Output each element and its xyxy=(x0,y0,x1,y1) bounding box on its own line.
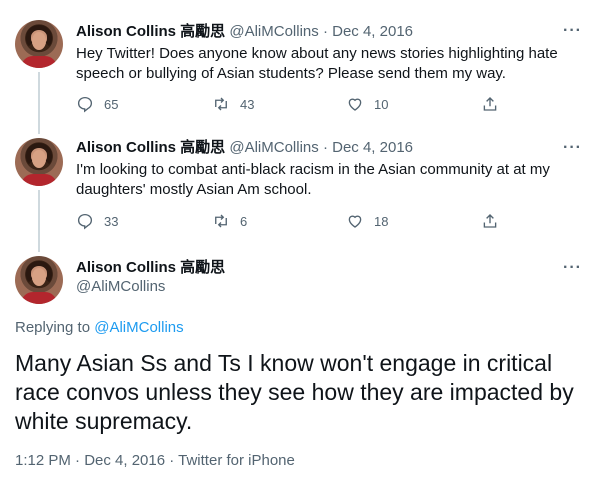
share-icon xyxy=(483,214,497,228)
retweet-count: 6 xyxy=(240,213,248,229)
heart-icon xyxy=(348,98,362,111)
like-button[interactable]: 10 xyxy=(346,95,388,113)
author-handle[interactable]: @AliMCollins xyxy=(76,278,165,295)
tweet-timestamp[interactable]: 1:12 PM · Dec 4, 2016 · Twitter for iPho… xyxy=(15,452,295,469)
like-count: 18 xyxy=(374,213,389,229)
share-button[interactable] xyxy=(481,95,499,113)
reply-button[interactable]: 65 xyxy=(76,95,118,113)
retweet-icon xyxy=(215,214,227,228)
share-button[interactable] xyxy=(481,212,499,230)
replying-prefix: Replying to xyxy=(15,319,95,336)
like-count: 10 xyxy=(374,96,389,112)
heart-icon xyxy=(348,215,362,228)
more-icon[interactable]: ··· xyxy=(563,140,582,156)
avatar[interactable] xyxy=(15,20,63,68)
retweet-icon xyxy=(215,97,227,111)
more-icon[interactable]: ··· xyxy=(563,23,582,39)
author-name[interactable]: Alison Collins 高勵思 xyxy=(76,23,225,40)
thread-line xyxy=(38,190,40,252)
reply-icon xyxy=(77,213,93,230)
author-handle[interactable]: @AliMCollins xyxy=(229,139,318,156)
share-icon xyxy=(483,97,497,111)
tweet-date[interactable]: Dec 4, 2016 xyxy=(332,23,413,40)
replying-to: Replying to @AliMCollins xyxy=(15,319,184,336)
tweet-actions: 65 43 10 xyxy=(76,95,506,115)
retweet-button[interactable]: 43 xyxy=(212,95,254,113)
thread-line xyxy=(38,72,40,134)
retweet-count: 43 xyxy=(240,96,255,112)
retweet-button[interactable]: 6 xyxy=(212,212,247,230)
tweet-text: I'm looking to combat anti-black racism … xyxy=(76,161,550,198)
reply-count: 65 xyxy=(104,96,119,112)
author-name[interactable]: Alison Collins 高勵思 xyxy=(76,259,225,276)
tweet-header: Alison Collins 高勵思 @AliMCollins · Dec 4,… xyxy=(76,22,413,42)
replying-to-link[interactable]: @AliMCollins xyxy=(94,319,183,336)
like-button[interactable]: 18 xyxy=(346,212,388,230)
tweet-text: Hey Twitter! Does anyone know about any … xyxy=(76,45,558,82)
author-name[interactable]: Alison Collins 高勵思 xyxy=(76,139,225,156)
avatar[interactable] xyxy=(15,138,63,186)
reply-icon xyxy=(77,96,93,113)
author-handle[interactable]: @AliMCollins xyxy=(229,23,318,40)
reply-count: 33 xyxy=(104,213,119,229)
separator: · xyxy=(318,139,333,156)
tweet-header: Alison Collins 高勵思 xyxy=(76,258,225,278)
reply-button[interactable]: 33 xyxy=(76,212,118,230)
avatar[interactable] xyxy=(15,256,63,304)
tweet-actions: 33 6 18 xyxy=(76,212,506,232)
tweet-text: Many Asian Ss and Ts I know won't engage… xyxy=(15,350,574,434)
tweet-header: Alison Collins 高勵思 @AliMCollins · Dec 4,… xyxy=(76,138,413,158)
tweet-date[interactable]: Dec 4, 2016 xyxy=(332,139,413,156)
more-icon[interactable]: ··· xyxy=(563,260,582,276)
separator: · xyxy=(318,23,333,40)
